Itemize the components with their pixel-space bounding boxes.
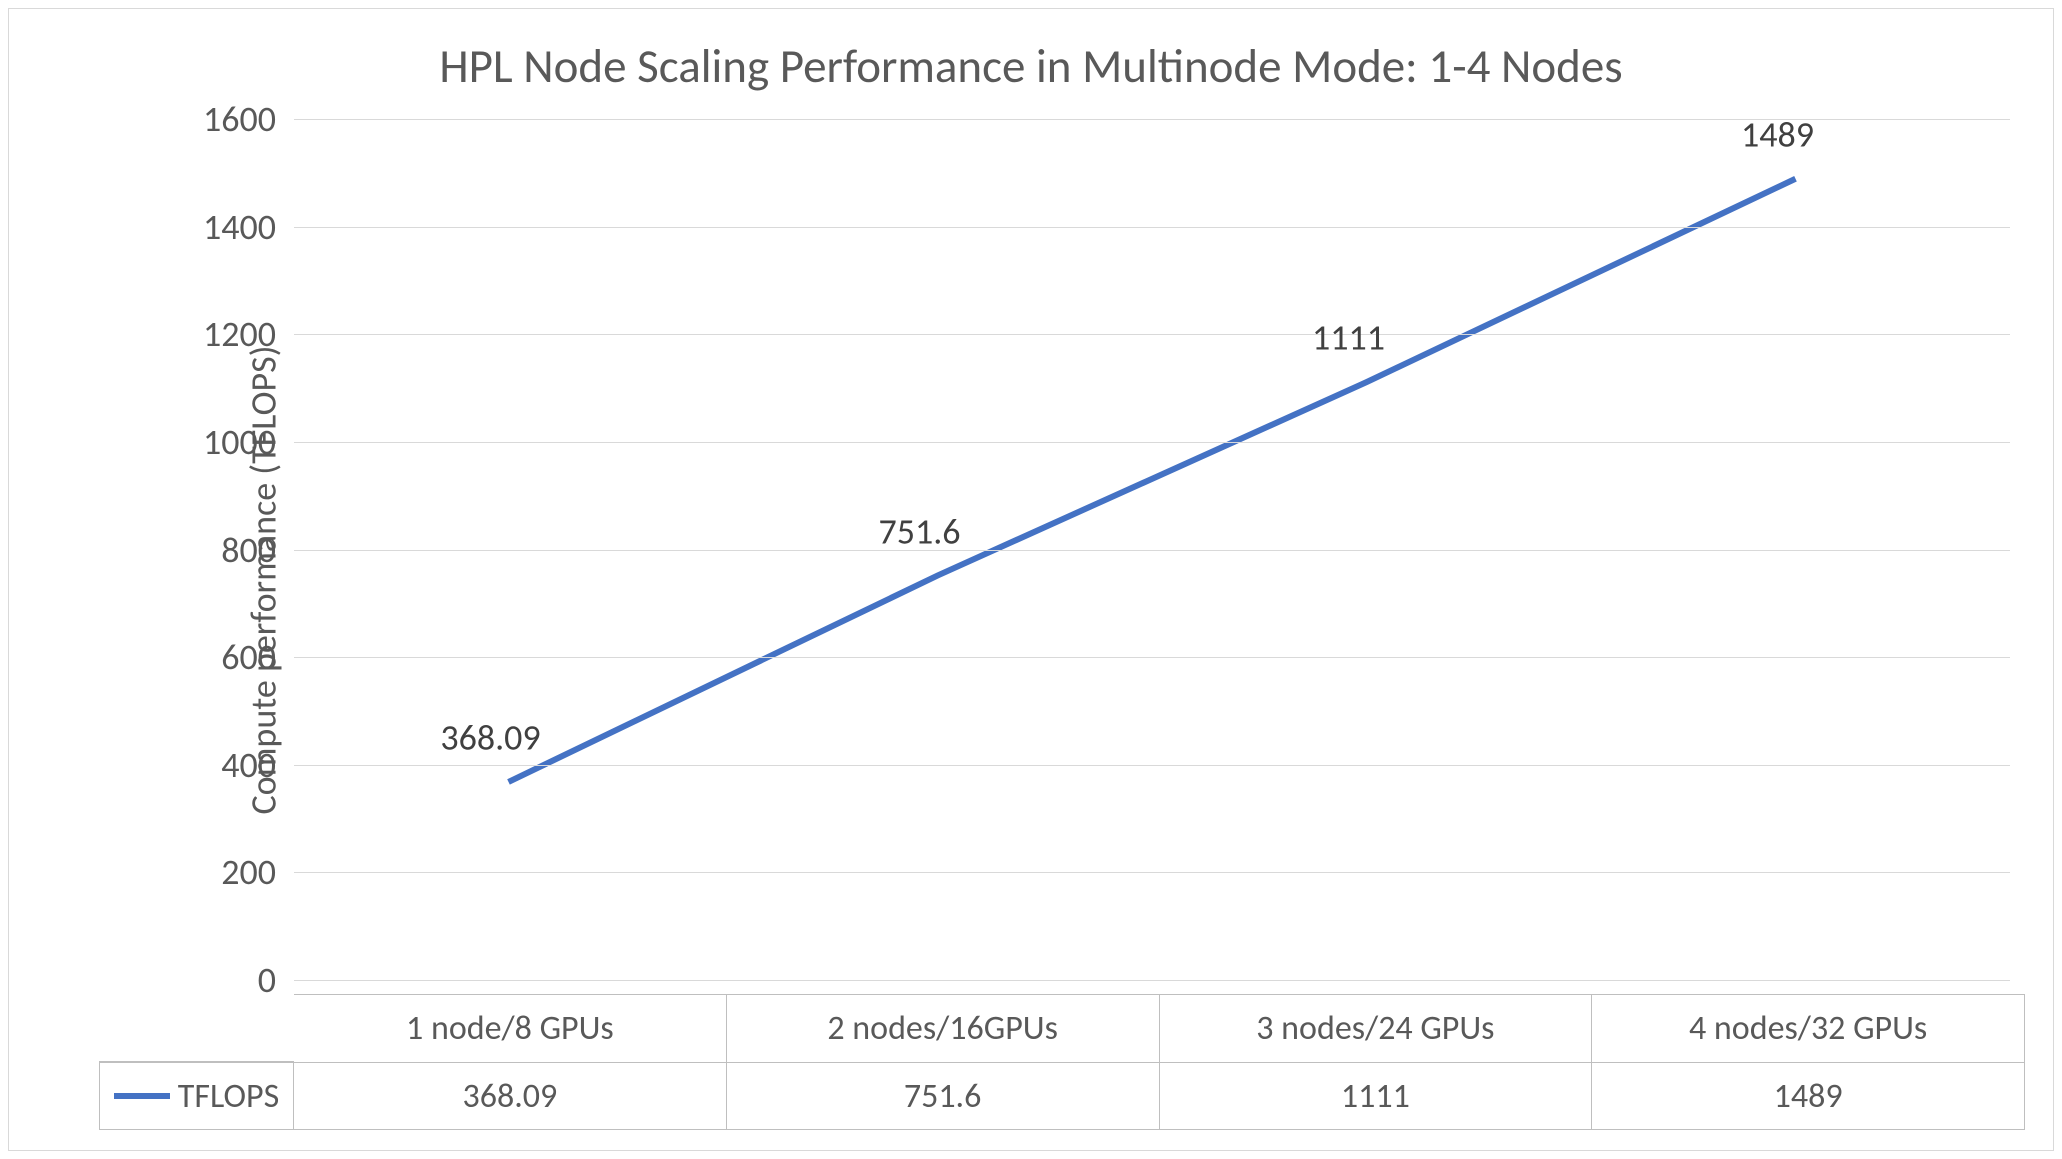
y-tick-label: 600 — [186, 635, 276, 679]
chart-container: HPL Node Scaling Performance in Multinod… — [8, 8, 2054, 1151]
data-table-value-cell: 1489 — [1592, 1062, 2025, 1130]
data-table-header-cell: 1 node/8 GPUs — [294, 994, 727, 1062]
data-table: 1 node/8 GPUs 2 nodes/16GPUs 3 nodes/24 … — [99, 994, 2025, 1130]
data-table-value-cell: 1111 — [1160, 1062, 1593, 1130]
y-tick-label: 400 — [186, 743, 276, 787]
gridline — [294, 227, 2010, 228]
y-tick-label: 1200 — [186, 312, 276, 356]
y-tick-label: 800 — [186, 528, 276, 572]
data-table-header-row: 1 node/8 GPUs 2 nodes/16GPUs 3 nodes/24 … — [99, 994, 2025, 1062]
gridline — [294, 334, 2010, 335]
data-label: 751.6 — [878, 509, 960, 553]
data-table-value-cell: 751.6 — [727, 1062, 1160, 1130]
data-table-corner — [99, 994, 294, 1062]
y-tick-label: 200 — [186, 850, 276, 894]
gridline — [294, 980, 2010, 981]
chart-body: 02004006008001000120014001600368.09751.6… — [99, 119, 2025, 980]
data-label: 1489 — [1741, 112, 1814, 156]
y-tick-label: 1400 — [186, 205, 276, 249]
data-table-header-cell: 2 nodes/16GPUs — [727, 994, 1160, 1062]
legend-label: TFLOPS — [178, 1076, 279, 1117]
gridline — [294, 657, 2010, 658]
gridline — [294, 872, 2010, 873]
data-label: 1111 — [1312, 316, 1385, 360]
y-tick-label: 1600 — [186, 97, 276, 141]
data-table-header-cell: 4 nodes/32 GPUs — [1592, 994, 2025, 1062]
gridline — [294, 550, 2010, 551]
gridline — [294, 442, 2010, 443]
y-tick-label: 1000 — [186, 420, 276, 464]
legend-entry: TFLOPS — [99, 1062, 294, 1130]
data-table-value-cell: 368.09 — [294, 1062, 727, 1130]
plot-area: 02004006008001000120014001600368.09751.6… — [294, 119, 2010, 980]
chart-title: HPL Node Scaling Performance in Multinod… — [9, 9, 2053, 113]
data-table-header-cell: 3 nodes/24 GPUs — [1160, 994, 1593, 1062]
legend-line-icon — [114, 1093, 170, 1099]
data-label: 368.09 — [440, 716, 540, 760]
data-table-value-row: TFLOPS 368.09 751.6 1111 1489 — [99, 1062, 2025, 1130]
gridline — [294, 765, 2010, 766]
